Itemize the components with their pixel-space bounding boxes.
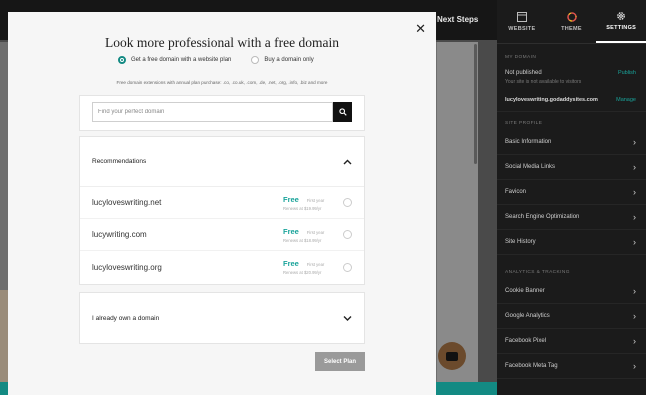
tab-settings-label: SETTINGS — [606, 24, 637, 31]
sidebar-item-site-history[interactable]: Site History › — [497, 230, 646, 255]
radio-selected-icon[interactable] — [118, 56, 126, 64]
domain-suggestion-row[interactable]: lucyloveswriting.org Free First year Rene… — [80, 251, 364, 283]
chevron-right-icon: › — [633, 211, 636, 222]
analytics-heading: ANALYTICS & TRACKING — [505, 269, 570, 275]
publish-status: Not published Publish Your site is not a… — [497, 64, 646, 89]
tab-website-label: WEBSITE — [508, 25, 536, 32]
sidebar-item-label: Search Engine Optimization — [505, 214, 580, 220]
domain-price: Free First year Renews at $19.99/yr — [283, 195, 341, 211]
chevron-up-icon[interactable] — [343, 159, 352, 165]
domain-select-radio[interactable] — [343, 230, 352, 239]
layout-icon — [516, 11, 527, 22]
sidebar-item-social-media-links[interactable]: Social Media Links › — [497, 155, 646, 180]
modal-title: Look more professional with a free domai… — [105, 35, 339, 50]
recommendations-label: Recommendations — [92, 158, 147, 165]
domain-suggestion-row[interactable]: lucyloveswriting.net Free First year Rene… — [80, 187, 364, 219]
tab-theme-label: THEME — [561, 25, 582, 32]
own-domain-label: I already own a domain — [92, 314, 160, 322]
price-free: Free — [283, 259, 299, 268]
chevron-right-icon: › — [633, 136, 636, 147]
sidebar-item-favicon[interactable]: Favicon › — [497, 180, 646, 205]
domain-modal: ✕ Look more professional with a free dom… — [8, 12, 436, 395]
option-domain-only[interactable]: Buy a domain only — [251, 56, 314, 64]
my-domain-heading: MY DOMAIN — [505, 54, 537, 60]
tab-website[interactable]: WEBSITE — [497, 0, 547, 43]
close-icon[interactable]: ✕ — [415, 22, 426, 35]
sidebar-item-facebook-pixel[interactable]: Facebook Pixel › — [497, 329, 646, 354]
palette-icon — [566, 11, 577, 22]
own-domain-toggle[interactable]: I already own a domain — [79, 292, 365, 344]
sidebar-item-facebook-meta-tag[interactable]: Facebook Meta Tag › — [497, 354, 646, 379]
current-domain: lucyloveswriting.godaddysites.com Manage — [497, 89, 646, 112]
chevron-right-icon: › — [633, 360, 636, 371]
sidebar-item-google-analytics[interactable]: Google Analytics › — [497, 304, 646, 329]
price-period: First year — [306, 229, 325, 235]
domain-price: Free First year Renews at $20.99/yr — [283, 259, 341, 275]
settings-panel: WEBSITE THEME SETTINGS MY DOMAIN Not pub… — [497, 0, 646, 395]
renewal-price: Renews at $20.99/yr — [283, 270, 322, 275]
panel-tabs: WEBSITE THEME SETTINGS — [497, 0, 646, 44]
price-period: First year — [306, 262, 325, 267]
domain-price: Free First year Renews at $18.99/yr — [283, 227, 341, 243]
suggested-domain: lucywriting.com — [92, 230, 147, 239]
sidebar-item-cookie-banner[interactable]: Cookie Banner › — [497, 279, 646, 304]
option-domain-only-label: Buy a domain only — [264, 57, 314, 63]
recommendations-card: Recommendations lucyloveswriting.net Fre… — [79, 136, 365, 285]
price-period: First year — [306, 197, 325, 203]
chevron-right-icon: › — [633, 186, 636, 197]
chevron-right-icon: › — [633, 285, 636, 296]
domain-search-input[interactable] — [92, 102, 333, 122]
option-with-plan-label: Get a free domain with a website plan — [131, 57, 232, 63]
sidebar-item-label: Basic Information — [505, 139, 552, 145]
chevron-right-icon: › — [633, 310, 636, 321]
publish-status-sublabel: Your site is not available to visitors — [505, 79, 582, 85]
domain-select-radio[interactable] — [343, 198, 352, 207]
suggested-domain: lucyloveswriting.net — [92, 198, 162, 207]
price-free: Free — [283, 194, 299, 204]
current-domain-name: lucyloveswriting.godaddysites.com — [505, 97, 598, 103]
sidebar-item-label: Google Analytics — [505, 313, 550, 319]
sidebar-item-basic-information[interactable]: Basic Information › — [497, 130, 646, 155]
domain-select-radio[interactable] — [343, 262, 352, 272]
chat-icon — [446, 351, 458, 361]
recommendations-header[interactable]: Recommendations — [80, 137, 364, 187]
preview-scrollbar[interactable] — [474, 44, 477, 164]
chevron-down-icon — [343, 316, 352, 321]
search-icon — [338, 108, 347, 116]
domain-option-group: Get a free domain with a website plan Bu… — [118, 56, 314, 64]
sidebar-item-seo[interactable]: Search Engine Optimization › — [497, 205, 646, 230]
search-button[interactable] — [333, 102, 352, 122]
chevron-right-icon: › — [633, 236, 636, 247]
renewal-price: Renews at $18.99/yr — [283, 237, 322, 243]
renewal-price: Renews at $19.99/yr — [283, 205, 322, 211]
chevron-right-icon: › — [633, 161, 636, 172]
domain-suggestion-row[interactable]: lucywriting.com Free First year Renews at… — [80, 219, 364, 251]
site-preview-edge — [437, 42, 478, 395]
tab-theme[interactable]: THEME — [547, 0, 597, 43]
sidebar-item-label: Facebook Meta Tag — [505, 363, 558, 369]
gear-icon — [617, 11, 625, 20]
sidebar-item-label: Cookie Banner — [505, 288, 545, 294]
price-free: Free — [283, 226, 299, 236]
domain-search-card — [79, 95, 365, 131]
chat-button[interactable] — [438, 342, 466, 370]
sidebar-item-label: Favicon — [505, 189, 527, 195]
option-with-plan[interactable]: Get a free domain with a website plan — [118, 56, 231, 64]
manage-link[interactable]: Manage — [616, 97, 636, 103]
chevron-right-icon: › — [633, 335, 636, 346]
sidebar-item-label: Facebook Pixel — [505, 338, 547, 344]
sidebar-item-label: Site History — [505, 239, 536, 245]
select-plan-button[interactable]: Select Plan — [315, 352, 365, 371]
suggested-domain: lucyloveswriting.org — [92, 262, 162, 272]
site-profile-heading: SITE PROFILE — [505, 120, 543, 126]
publish-status-label: Not published — [505, 70, 542, 76]
radio-unselected-icon[interactable] — [251, 56, 260, 64]
sidebar-item-label: Social Media Links — [505, 164, 556, 170]
extensions-note: Free domain extensions with annual plan … — [116, 80, 328, 85]
next-steps-button[interactable]: Next Steps — [437, 15, 478, 24]
publish-link[interactable]: Publish — [618, 70, 636, 76]
preview-image — [0, 290, 8, 382]
tab-settings[interactable]: SETTINGS — [596, 0, 646, 43]
